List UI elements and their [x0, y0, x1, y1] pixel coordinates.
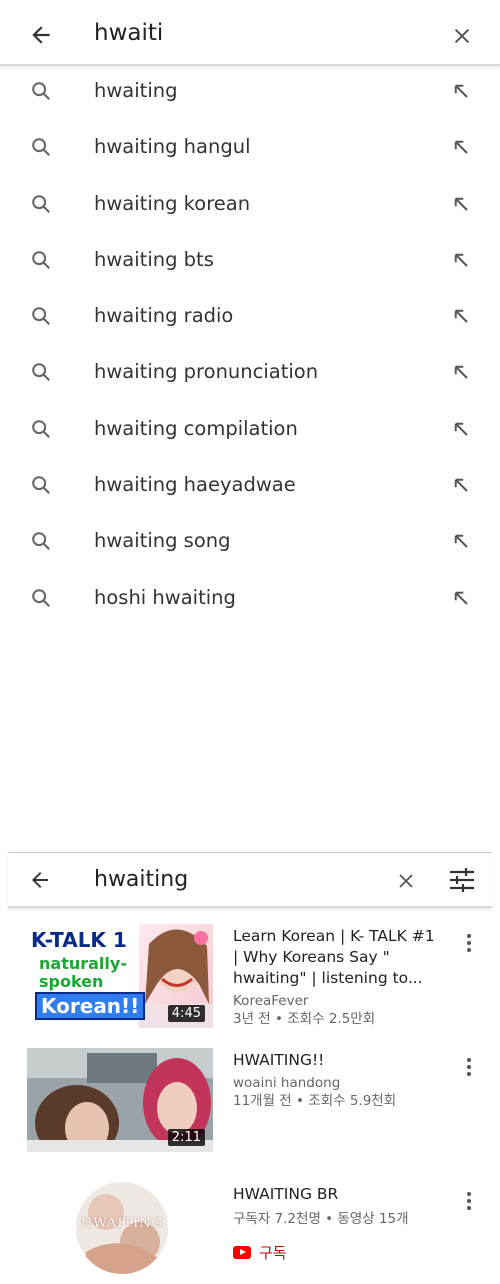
video-thumbnail[interactable]: 2:11 — [27, 1048, 213, 1152]
filter-icon[interactable] — [449, 868, 475, 892]
search-icon — [32, 194, 51, 213]
video-duration: 4:45 — [167, 1005, 205, 1022]
suggestion-item[interactable]: hwaiting hangul — [0, 122, 500, 178]
channel-title[interactable]: HWAITING BR — [233, 1184, 443, 1205]
thumbnail-caption: K-TALK 1 — [31, 928, 127, 952]
suggestion-item[interactable]: hwaiting bts — [0, 235, 500, 291]
video-result[interactable]: 2:11 HWAITING!! woaini handong 11개월 전 • … — [0, 1048, 500, 1158]
thumbnail-caption: spoken — [39, 972, 104, 991]
search-bar: hwaiti — [0, 0, 500, 66]
suggestion-label: hoshi hwaiting — [94, 585, 236, 609]
thumbnail-caption: naturally- — [39, 954, 127, 973]
suggestion-label: hwaiting song — [94, 529, 231, 553]
video-result[interactable]: K-TALK 1 naturally- spoken Korean!! 4:45… — [0, 924, 500, 1034]
search-icon — [32, 476, 51, 495]
suggestions-panel: hwaiti hwaiting hwaiting hangul hwaiting k… — [0, 0, 500, 848]
channel-result[interactable]: HWAITING HWAITING BR 구독자 7.2천명 • 동영상 15개… — [0, 1182, 500, 1282]
subscribe-label: 구독 — [259, 1244, 287, 1262]
thumbnail-caption: Korean!! — [35, 992, 146, 1020]
search-icon — [32, 82, 51, 101]
channel-avatar[interactable]: HWAITING — [76, 1182, 168, 1274]
suggestion-label: hwaiting bts — [94, 247, 214, 271]
suggestion-item[interactable]: hwaiting haeyadwae — [0, 460, 500, 516]
more-options-icon[interactable] — [464, 1192, 474, 1210]
arrow-up-left-icon[interactable] — [452, 307, 470, 325]
results-search-bar: hwaiting — [8, 852, 492, 908]
arrow-up-left-icon[interactable] — [452, 138, 470, 156]
arrow-up-left-icon[interactable] — [452, 363, 470, 381]
video-stats: 11개월 전 • 조회수 5.9천회 — [233, 1093, 397, 1109]
search-icon — [32, 419, 51, 438]
suggestion-label: hwaiting korean — [94, 191, 251, 215]
more-options-icon[interactable] — [464, 934, 474, 952]
suggestion-item[interactable]: hwaiting pronunciation — [0, 347, 500, 403]
video-title[interactable]: HWAITING!! — [233, 1050, 443, 1071]
clear-icon[interactable] — [397, 872, 415, 890]
youtube-icon — [233, 1246, 251, 1259]
arrow-up-left-icon[interactable] — [452, 420, 470, 438]
video-thumbnail[interactable]: K-TALK 1 naturally- spoken Korean!! 4:45 — [27, 924, 213, 1028]
suggestion-label: hwaiting — [94, 79, 178, 102]
suggestion-list: hwaiting hwaiting hangul hwaiting korean hw… — [0, 66, 500, 629]
video-duration: 2:11 — [167, 1129, 205, 1146]
arrow-up-left-icon[interactable] — [452, 251, 470, 269]
results-panel: hwaiting K-TALK 1 naturally- spoken Kore… — [0, 852, 500, 1284]
video-title[interactable]: Learn Korean | K- TALK #1 | Why Koreans … — [233, 926, 443, 989]
search-input[interactable]: hwaiti — [94, 20, 163, 46]
suggestion-item[interactable]: hwaiting song — [0, 516, 500, 572]
suggestion-item[interactable]: hwaiting korean — [0, 179, 500, 235]
back-arrow-icon[interactable] — [28, 22, 54, 48]
search-icon — [32, 363, 51, 382]
arrow-up-left-icon[interactable] — [452, 476, 470, 494]
arrow-up-left-icon[interactable] — [452, 589, 470, 607]
arrow-up-left-icon[interactable] — [452, 82, 470, 100]
arrow-up-left-icon[interactable] — [452, 195, 470, 213]
suggestion-item[interactable]: hwaiting — [0, 66, 500, 122]
clear-icon[interactable] — [451, 25, 473, 47]
suggestion-label: hwaiting hangul — [94, 135, 251, 159]
channel-name[interactable]: woaini handong — [233, 1074, 340, 1093]
channel-name[interactable]: KoreaFever — [233, 992, 308, 1011]
video-stats: 3년 전 • 조회수 2.5만회 — [233, 1011, 376, 1027]
suggestion-label: hwaiting haeyadwae — [94, 473, 296, 497]
suggestion-label: hwaiting radio — [94, 304, 234, 328]
results-search-query[interactable]: hwaiting — [94, 867, 188, 892]
more-options-icon[interactable] — [464, 1058, 474, 1076]
suggestion-item[interactable]: hwaiting radio — [0, 291, 500, 347]
suggestion-item[interactable]: hoshi hwaiting — [0, 573, 500, 629]
subscribe-button[interactable]: 구독 — [233, 1242, 287, 1263]
suggestion-label: hwaiting compilation — [94, 416, 298, 440]
search-icon — [32, 532, 51, 551]
search-icon — [32, 307, 51, 326]
suggestion-item[interactable]: hwaiting compilation — [0, 404, 500, 460]
search-icon — [32, 588, 51, 607]
suggestion-label: hwaiting pronunciation — [94, 360, 319, 384]
arrow-up-left-icon[interactable] — [452, 532, 470, 550]
channel-stats: 구독자 7.2천명 • 동영상 15개 — [233, 1211, 409, 1227]
search-icon — [32, 138, 51, 157]
back-arrow-icon[interactable] — [28, 868, 52, 892]
avatar-caption: HWAITING — [80, 1216, 164, 1231]
search-icon — [32, 251, 51, 269]
